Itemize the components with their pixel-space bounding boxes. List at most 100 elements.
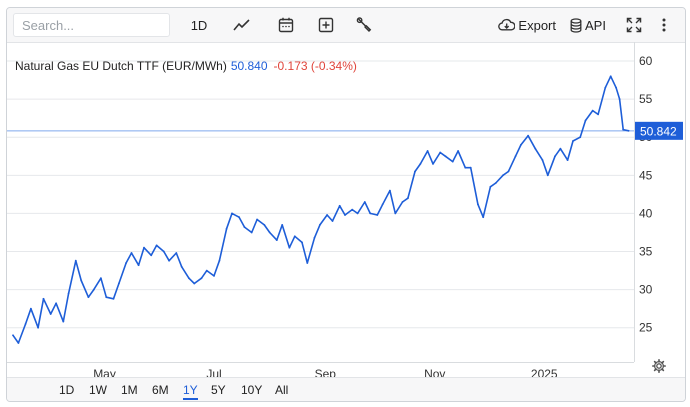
data-point bbox=[520, 144, 522, 146]
data-point bbox=[306, 262, 309, 264]
data-point bbox=[118, 282, 120, 285]
data-point bbox=[55, 302, 57, 305]
data-point bbox=[482, 216, 485, 219]
data-point bbox=[351, 208, 354, 211]
export-button[interactable]: Export bbox=[498, 13, 556, 37]
api-button[interactable]: API bbox=[570, 13, 610, 37]
calendar-icon bbox=[278, 17, 294, 33]
data-point bbox=[137, 264, 140, 267]
data-point bbox=[597, 113, 599, 116]
data-point bbox=[381, 203, 384, 206]
data-point bbox=[369, 212, 372, 215]
date-range-button[interactable] bbox=[273, 13, 299, 37]
data-point bbox=[559, 147, 562, 150]
data-point bbox=[12, 334, 14, 337]
data-point bbox=[622, 128, 625, 131]
range-button-1y[interactable]: 1Y bbox=[183, 383, 198, 400]
data-point bbox=[218, 259, 221, 262]
data-point bbox=[125, 262, 127, 264]
data-point bbox=[205, 269, 208, 272]
fullscreen-button[interactable] bbox=[623, 13, 645, 37]
range-button-all[interactable]: All bbox=[275, 383, 288, 397]
data-point bbox=[180, 265, 183, 268]
data-point bbox=[200, 277, 203, 280]
data-point bbox=[130, 252, 133, 254]
toolbar: 1D Export API bbox=[7, 8, 685, 43]
legend-instrument-name: Natural Gas EU Dutch TTF (EUR/MWh) bbox=[15, 59, 227, 73]
range-button-1m[interactable]: 1M bbox=[121, 383, 138, 397]
interval-label: 1D bbox=[190, 17, 208, 33]
data-point bbox=[112, 297, 115, 300]
data-point bbox=[175, 252, 178, 254]
series-line[interactable] bbox=[12, 75, 629, 344]
download-cloud-icon bbox=[498, 18, 516, 31]
data-point bbox=[432, 163, 434, 165]
range-button-6m[interactable]: 6M bbox=[152, 383, 169, 397]
y-tick-label: 55 bbox=[639, 92, 653, 106]
data-point bbox=[451, 160, 454, 163]
data-point bbox=[477, 203, 479, 206]
data-point bbox=[268, 231, 271, 234]
data-point bbox=[275, 239, 278, 242]
x-tick-label: Jul bbox=[206, 367, 221, 377]
data-point bbox=[188, 277, 190, 280]
data-point bbox=[489, 185, 492, 188]
data-point bbox=[444, 155, 447, 158]
y-tick-label: 40 bbox=[639, 206, 653, 220]
more-options-button[interactable] bbox=[655, 13, 673, 37]
data-point bbox=[414, 170, 416, 173]
data-point bbox=[17, 342, 20, 344]
x-tick-label: Sep bbox=[315, 367, 337, 377]
data-point bbox=[591, 109, 594, 112]
data-point bbox=[363, 201, 366, 203]
data-point bbox=[168, 259, 171, 262]
data-point bbox=[344, 214, 346, 216]
data-point bbox=[609, 75, 612, 78]
range-bar: 1D 1W 1M 6M 1Y 5Y 10Y All bbox=[7, 377, 685, 401]
tools-button[interactable] bbox=[351, 13, 377, 37]
chart-type-button[interactable] bbox=[229, 13, 255, 37]
data-point bbox=[105, 296, 108, 299]
data-point bbox=[293, 235, 296, 238]
data-point bbox=[394, 212, 397, 215]
data-point bbox=[584, 119, 587, 122]
data-point bbox=[263, 224, 266, 226]
data-point bbox=[514, 155, 517, 158]
price-chart[interactable]: 2530354045505560MayJulSepNov202550.842 bbox=[7, 42, 685, 377]
data-point bbox=[546, 174, 549, 177]
data-point bbox=[554, 155, 556, 158]
data-point bbox=[566, 159, 569, 161]
data-point bbox=[502, 174, 504, 177]
range-button-10y[interactable]: 10Y bbox=[241, 383, 262, 397]
data-point bbox=[439, 151, 442, 154]
data-point bbox=[401, 201, 404, 203]
settings-gear-icon[interactable] bbox=[652, 359, 666, 373]
data-point bbox=[155, 244, 158, 247]
data-point bbox=[419, 163, 422, 165]
database-icon bbox=[570, 17, 582, 33]
interval-button[interactable]: 1D bbox=[185, 13, 213, 37]
price-tag-label: 50.842 bbox=[640, 124, 677, 138]
y-tick-label: 45 bbox=[639, 168, 653, 182]
x-tick-label: May bbox=[93, 367, 116, 377]
search-input[interactable] bbox=[13, 13, 170, 37]
data-point bbox=[426, 150, 429, 152]
range-button-5y[interactable]: 5Y bbox=[211, 383, 226, 397]
data-point bbox=[618, 98, 621, 100]
data-point bbox=[288, 246, 291, 249]
data-point bbox=[24, 323, 27, 325]
data-point bbox=[100, 277, 102, 280]
data-point bbox=[534, 147, 537, 150]
range-button-1d[interactable]: 1D bbox=[59, 383, 74, 397]
fullscreen-icon bbox=[626, 17, 642, 33]
range-button-1w[interactable]: 1W bbox=[89, 383, 107, 397]
data-point bbox=[150, 254, 153, 257]
data-point bbox=[92, 288, 95, 291]
chart-widget: 1D Export API 2530354045505560MayJulSepN… bbox=[6, 7, 686, 402]
data-point bbox=[281, 224, 284, 226]
add-indicator-button[interactable] bbox=[313, 13, 339, 37]
data-point bbox=[42, 297, 45, 300]
data-point bbox=[527, 134, 529, 137]
data-point bbox=[627, 129, 630, 132]
line-chart-icon bbox=[233, 19, 250, 31]
